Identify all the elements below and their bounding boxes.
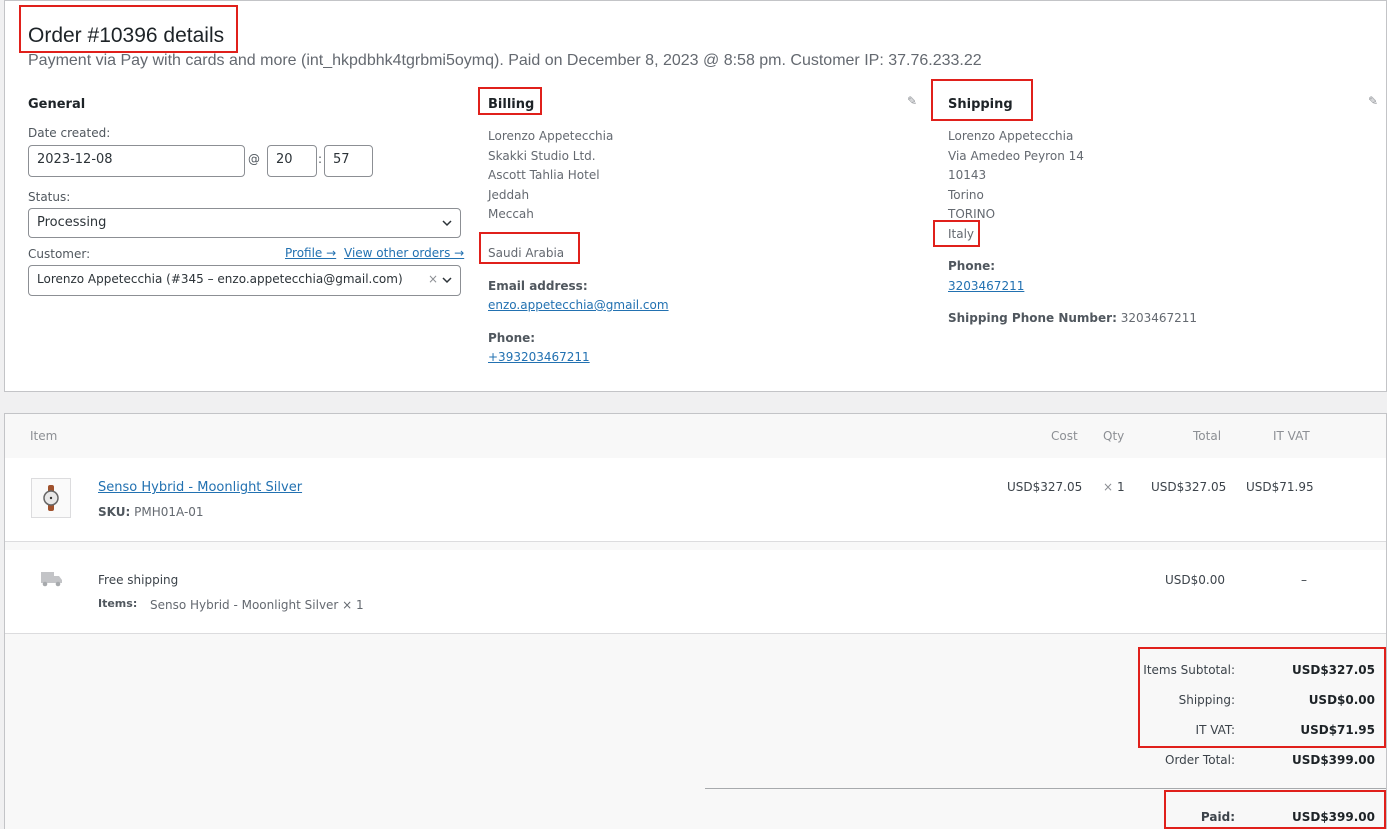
watch-thumbnail[interactable] [31,478,71,518]
highlight-box-shipping-country [933,220,980,247]
product-qty: 1 [1117,480,1125,494]
shipping-phone-number-label: Shipping Phone Number: [948,311,1117,325]
highlight-box-shipping [931,79,1033,121]
chevron-down-icon [442,277,452,284]
time-colon: : [318,152,323,166]
product-total: USD$327.05 [1151,480,1227,494]
shipping-city: Torino [948,187,984,202]
shipping-method-name: Free shipping [98,573,179,587]
row-separator [5,542,1386,550]
billing-name: Lorenzo Appetecchia [488,129,614,143]
product-cost: USD$327.05 [1007,480,1083,494]
highlight-box-billing [478,87,542,115]
col-qty: Qty [1103,429,1125,443]
shipping-name: Lorenzo Appetecchia [948,129,1074,143]
shipping-line-total: USD$0.00 [1165,573,1225,587]
billing-address: Lorenzo Appetecchia Skakki Studio Ltd. A… [488,127,613,225]
product-sku: SKU: PMH01A-01 [98,505,204,519]
product-name-link[interactable]: Senso Hybrid - Moonlight Silver [98,480,302,495]
clear-customer-icon[interactable]: × [428,272,438,286]
customer-value: Lorenzo Appetecchia (#345 – enzo.appetec… [37,272,403,286]
highlight-box-paid [1164,790,1386,829]
shipping-phone-link[interactable]: 3203467211 [948,279,1024,293]
billing-phone-link[interactable]: +393203467211 [488,350,590,364]
shipping-items-value: Senso Hybrid - Moonlight Silver × 1 [150,598,364,612]
billing-city: Jeddah [488,187,530,202]
col-cost: Cost [1051,429,1078,443]
pencil-icon[interactable]: ✎ [907,94,917,108]
minute-input[interactable]: 57 [324,145,373,177]
shipping-items-label: Items: [98,597,138,610]
order-total-label: Order Total: [1165,753,1235,767]
general-heading: General [28,97,86,112]
hour-input[interactable]: 20 [267,145,317,177]
date-created-input[interactable]: 2023-12-08 [28,145,245,177]
shipping-postcode: 10143 [948,168,987,183]
col-vat: IT VAT [1273,429,1310,443]
col-total: Total [1193,429,1222,443]
highlight-box-totals [1138,647,1386,748]
sku-label: SKU: [98,505,131,519]
highlight-box-billing-country [479,232,580,264]
payment-info: Payment via Pay with cards and more (int… [28,52,982,69]
shipping-address1: Via Amedeo Peyron 14 [948,148,1084,163]
status-value: Processing [37,215,107,230]
highlight-box-title [19,5,238,53]
billing-email-link[interactable]: enzo.appetecchia@gmail.com [488,298,669,312]
customer-label: Customer: [28,247,91,261]
items-table-header [5,414,1386,458]
pencil-icon[interactable]: ✎ [1368,94,1378,108]
shipping-phone-number: Shipping Phone Number: 3203467211 [948,311,1197,325]
at-separator: @ [248,152,260,166]
truck-icon [41,572,62,587]
chevron-down-icon [442,220,452,227]
email-label: Email address: [488,279,588,293]
billing-company: Skakki Studio Ltd. [488,148,596,163]
status-label: Status: [28,190,71,204]
shipping-line-vat: – [1301,573,1307,587]
profile-link[interactable]: Profile → [285,246,336,260]
billing-state: Meccah [488,207,534,222]
watch-icon [43,485,59,511]
billing-phone-label: Phone: [488,331,536,345]
billing-address1: Ascott Tahlia Hotel [488,168,600,183]
sku-value: PMH01A-01 [134,505,204,519]
shipping-phone-label: Phone: [948,259,996,273]
view-other-orders-link[interactable]: View other orders → [344,246,464,260]
qty-multiplier: × [1103,480,1114,494]
status-select[interactable]: Processing [28,208,461,238]
col-item: Item [30,429,58,443]
customer-select[interactable]: Lorenzo Appetecchia (#345 – enzo.appetec… [28,265,461,296]
shipping-phone-number-value: 3203467211 [1120,311,1198,325]
paid-divider [705,788,1386,789]
product-vat: USD$71.95 [1246,480,1314,494]
date-created-label: Date created: [28,126,111,140]
order-total-value: USD$399.00 [1291,753,1375,767]
